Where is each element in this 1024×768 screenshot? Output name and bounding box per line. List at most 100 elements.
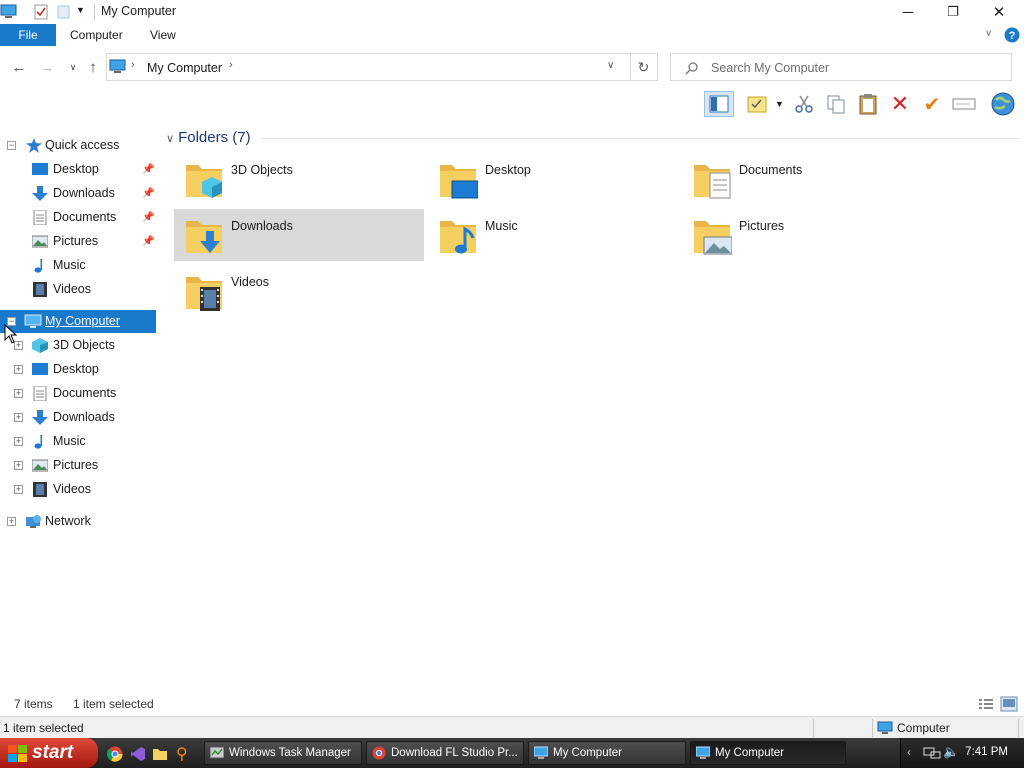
download-arrow-icon [32, 186, 48, 201]
pin-icon: 📌 [142, 212, 155, 223]
nav-computer-pictures[interactable]: + Pictures [0, 454, 156, 477]
expand-icon[interactable]: + [7, 517, 16, 526]
nav-label: Downloads [53, 186, 115, 200]
large-icons-view-icon[interactable] [1000, 696, 1018, 712]
folder-desktop[interactable]: Desktop [428, 153, 678, 205]
collapse-icon[interactable]: − [7, 141, 16, 150]
expand-icon[interactable]: + [14, 485, 23, 494]
network-icon [26, 515, 41, 528]
navigation-pane-button[interactable] [704, 91, 734, 117]
restore-button[interactable]: ❐ [930, 0, 976, 24]
nav-computer-videos[interactable]: + Videos [0, 478, 156, 501]
nav-quick-access[interactable]: − Quick access [0, 134, 156, 157]
network-tray-icon[interactable] [923, 746, 941, 760]
nav-computer-documents[interactable]: + Documents [0, 382, 156, 405]
help-icon[interactable]: ? [1004, 27, 1020, 43]
rename-button[interactable] [950, 91, 978, 117]
computer-icon [534, 746, 548, 759]
search-tool-icon[interactable]: ⚲ [176, 744, 188, 764]
back-arrow-icon[interactable]: ← [8, 57, 30, 77]
nav-computer-music[interactable]: + Music [0, 430, 156, 453]
tray-expand-chevron-icon[interactable]: ‹ [907, 745, 911, 759]
nav-quick-documents[interactable]: Documents 📌 [0, 206, 156, 229]
nav-computer-downloads[interactable]: + Downloads [0, 406, 156, 429]
nav-quick-videos[interactable]: Videos [0, 278, 156, 301]
close-button[interactable]: ✕ [976, 0, 1022, 24]
properties-icon[interactable] [33, 4, 49, 20]
properties-dropdown-icon[interactable]: ▼ [775, 99, 784, 109]
nav-my-computer[interactable]: − My Computer [0, 310, 156, 333]
clock[interactable]: 7:41 PM [965, 746, 1008, 758]
new-folder-icon[interactable] [57, 4, 71, 20]
task-download-fl-studio[interactable]: Download FL Studio Pr... [366, 741, 524, 765]
volume-icon[interactable]: 🔈 [943, 744, 959, 760]
task-manager-icon [210, 746, 224, 759]
expand-icon[interactable]: + [14, 389, 23, 398]
search-placeholder: Search My Computer [711, 61, 830, 75]
minimize-button[interactable]: ─ [885, 0, 931, 24]
group-header-folders[interactable]: ∨ Folders (7) [166, 129, 251, 146]
computer-icon [877, 721, 893, 734]
start-button[interactable]: start [0, 738, 98, 768]
breadcrumb-my-computer[interactable]: My Computer [147, 61, 222, 75]
breadcrumb-chevron-icon[interactable]: › [229, 59, 233, 71]
checkmark-icon[interactable]: ✔ [918, 91, 946, 117]
delete-x-icon[interactable]: ✕ [886, 91, 914, 117]
expand-icon[interactable]: + [14, 365, 23, 374]
tab-file[interactable]: File [0, 24, 56, 46]
breadcrumb-separator-icon[interactable]: › [131, 59, 135, 71]
folder-label: Desktop [485, 163, 531, 177]
selection-count: 1 item selected [73, 697, 154, 711]
music-note-icon [34, 259, 43, 273]
details-view-icon[interactable] [978, 697, 994, 711]
folder-desktop-icon [440, 165, 478, 199]
task-my-computer-1[interactable]: My Computer [528, 741, 686, 765]
expand-icon[interactable]: + [14, 461, 23, 470]
folder-downloads[interactable]: Downloads [174, 209, 424, 261]
copy-button[interactable] [822, 91, 850, 117]
paste-button[interactable] [854, 91, 882, 117]
folder-music[interactable]: Music [428, 209, 678, 261]
nav-quick-pictures[interactable]: Pictures 📌 [0, 230, 156, 253]
forward-arrow-icon[interactable]: → [36, 57, 58, 77]
expand-icon[interactable]: + [14, 413, 23, 422]
tab-computer[interactable]: Computer [56, 24, 137, 46]
folder-videos[interactable]: Videos [174, 265, 424, 317]
nav-label: Desktop [53, 162, 99, 176]
nav-computer-3d-objects[interactable]: + 3D Objects [0, 334, 156, 357]
address-bar[interactable]: › My Computer › ∨ [106, 53, 631, 81]
expand-icon[interactable]: + [14, 437, 23, 446]
nav-label: Pictures [53, 458, 99, 472]
folder-documents[interactable]: Documents [682, 153, 932, 205]
folder-pictures[interactable]: Pictures [682, 209, 932, 261]
nav-quick-desktop[interactable]: Desktop 📌 [0, 158, 156, 181]
chrome-icon[interactable] [107, 746, 123, 762]
file-explorer-icon[interactable] [152, 747, 168, 761]
quick-access-toolbar-dropdown-icon[interactable]: ▼ [76, 5, 85, 15]
folder-documents-icon [694, 165, 731, 199]
folder-pictures-icon [694, 221, 732, 255]
recent-locations-chevron-icon[interactable]: ∨ [62, 57, 84, 77]
properties-button[interactable] [743, 91, 771, 117]
windows-logo-icon [8, 745, 27, 762]
tab-view[interactable]: View [136, 24, 190, 46]
nav-quick-downloads[interactable]: Downloads 📌 [0, 182, 156, 205]
status-location: Computer [897, 721, 950, 735]
task-windows-task-manager[interactable]: Windows Task Manager [204, 741, 362, 765]
task-my-computer-2[interactable]: My Computer [690, 741, 846, 765]
film-icon [33, 482, 47, 497]
up-arrow-icon[interactable]: ↑ [82, 57, 104, 77]
cut-button[interactable] [790, 91, 818, 117]
nav-computer-desktop[interactable]: + Desktop [0, 358, 156, 381]
refresh-button[interactable]: ↻ [630, 53, 658, 81]
svg-text:?: ? [1009, 30, 1016, 42]
expand-ribbon-chevron-icon[interactable]: ∨ [985, 28, 992, 39]
download-arrow-icon [32, 410, 48, 425]
address-dropdown-icon[interactable]: ∨ [607, 60, 614, 71]
search-input[interactable]: Search My Computer [670, 53, 1012, 81]
nav-quick-music[interactable]: Music [0, 254, 156, 277]
globe-button[interactable] [989, 91, 1017, 117]
visual-studio-icon[interactable] [130, 746, 146, 762]
folder-3d-objects[interactable]: 3D Objects [174, 153, 424, 205]
nav-network[interactable]: + Network [0, 510, 156, 533]
